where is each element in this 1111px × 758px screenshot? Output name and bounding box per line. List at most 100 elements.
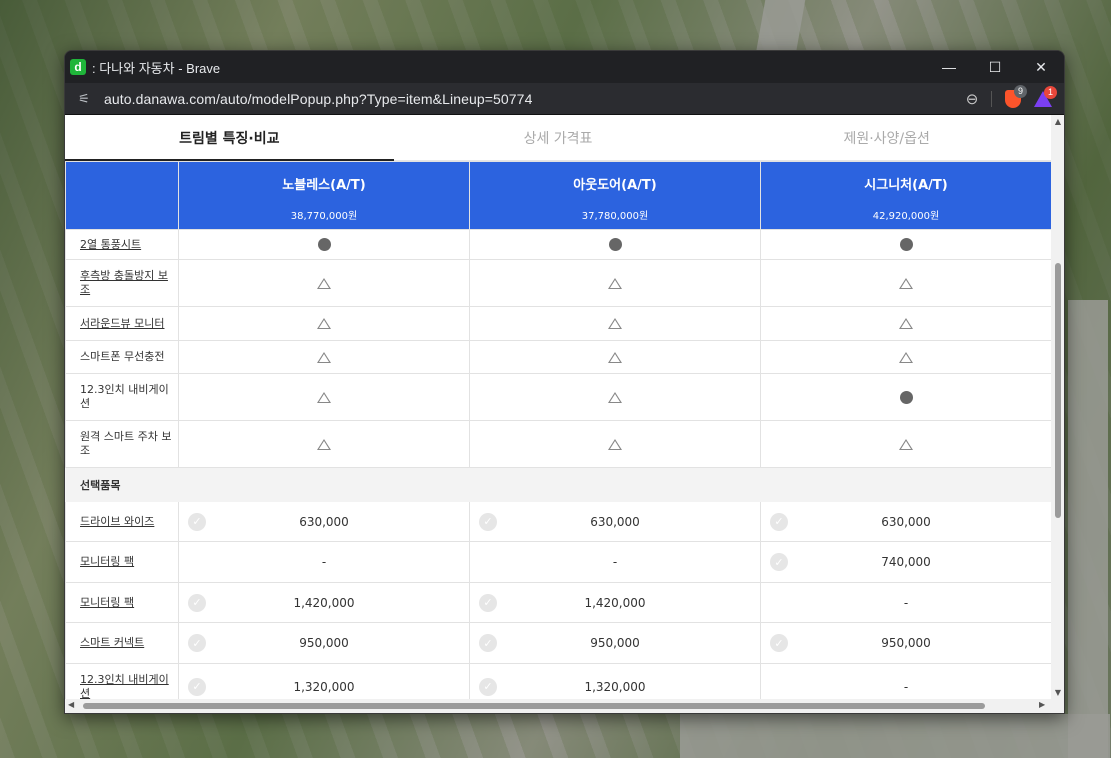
feature-row: 스마트폰 무선충전 [65,340,1051,374]
page-content: 트림별 특징·비교 상세 가격표 제원·사양/옵션 노블레스(A/T) 38,7… [65,115,1051,699]
feature-label: 12.3인치 내비게이션 [80,383,169,410]
option-label-link[interactable]: 12.3인치 내비게이션 [80,673,169,700]
option-label-cell[interactable]: 12.3인치 내비게이션 [65,663,179,700]
option-price-cell: ✓ 1,420,000 [469,582,761,623]
feature-label-cell: 12.3인치 내비게이션 [65,373,179,421]
feature-value-cell [469,373,761,421]
scroll-up-arrow-icon[interactable]: ▲ [1053,117,1063,126]
option-price: 1,320,000 [293,679,355,694]
option-check-icon[interactable]: ✓ [188,512,206,531]
title-bar: d : 다나와 자동차 - Brave — ☐ ✕ [65,51,1064,83]
option-check-icon[interactable]: ✓ [770,512,788,531]
trim-name: 노블레스(A/T) [282,178,366,193]
option-price-cell: - [469,541,761,583]
option-price-cell: ✓ 1,420,000 [178,582,470,623]
option-check-icon[interactable]: ✓ [188,677,206,696]
horizontal-scroll-thumb[interactable] [83,703,985,709]
brave-shields-button[interactable]: 9 [998,84,1028,108]
optional-triangle-icon [899,351,913,363]
optional-triangle-icon [317,351,331,363]
scroll-left-arrow-icon[interactable]: ◀ [68,700,74,709]
feature-value-cell [178,306,470,341]
minimize-button[interactable]: — [926,51,972,83]
tab-bar: 트림별 특징·비교 상세 가격표 제원·사양/옵션 [65,115,1051,161]
option-label-link[interactable]: 드라이브 와이즈 [80,515,154,528]
trim-price: 37,780,000원 [581,211,649,222]
feature-label: 스마트폰 무선충전 [80,350,165,363]
danawa-favicon-icon: d [70,59,86,75]
optional-triangle-icon [899,277,913,289]
option-label-cell[interactable]: 모니터링 팩 [65,541,179,583]
scroll-down-arrow-icon[interactable]: ▼ [1053,688,1063,697]
option-row: 드라이브 와이즈 ✓ 630,000 ✓ 630,000 ✓ 630,000 [65,501,1051,542]
feature-row: 서라운드뷰 모니터 [65,306,1051,341]
optional-triangle-icon [608,351,622,363]
option-price: 1,420,000 [584,595,646,610]
option-check-icon[interactable]: ✓ [479,593,497,612]
option-check-icon[interactable]: ✓ [479,634,497,652]
option-price: - [612,555,618,569]
feature-value-cell [178,420,470,468]
feature-label-cell: 스마트폰 무선충전 [65,340,179,374]
option-label-cell[interactable]: 드라이브 와이즈 [65,501,179,542]
trim-price: 42,920,000원 [872,211,940,222]
feature-row: 후측방 충돌방지 보조 [65,259,1051,307]
scroll-right-arrow-icon[interactable]: ▶ [1039,700,1045,709]
option-check-icon[interactable]: ✓ [770,634,788,652]
optional-triangle-icon [608,391,622,403]
option-price: - [321,555,327,569]
option-price-cell: ✓ 630,000 [469,501,761,542]
site-settings-icon[interactable]: ⚟ [69,91,99,107]
option-check-icon[interactable]: ✓ [188,593,206,612]
feature-value-cell [178,373,470,421]
feature-label[interactable]: 후측방 충돌방지 보조 [80,269,168,296]
brave-rewards-button[interactable]: 1 [1028,85,1058,107]
option-price: 630,000 [590,514,640,529]
trim-header: 아웃도어(A/T) 37,780,000원 [469,161,761,230]
horizontal-scrollbar[interactable]: ◀ ▶ [65,699,1064,713]
trim-price: 38,770,000원 [290,211,358,222]
shield-count-badge: 9 [1014,84,1027,98]
option-check-icon[interactable]: ✓ [479,677,497,696]
tab-trim-comparison[interactable]: 트림별 특징·비교 [65,115,394,161]
option-label-cell[interactable]: 스마트 커넥트 [65,622,179,664]
option-price: 630,000 [299,514,349,529]
zoom-out-icon[interactable]: ⊖ [959,90,985,108]
close-button[interactable]: ✕ [1018,51,1064,83]
feature-row: 원격 스마트 주차 보조 [65,420,1051,468]
feature-value-cell [178,229,470,260]
option-label-link[interactable]: 스마트 커넥트 [80,636,144,649]
option-price: 1,420,000 [293,595,355,610]
tab-price-table[interactable]: 상세 가격표 [394,115,723,160]
option-price: - [903,679,909,694]
feature-label-cell[interactable]: 서라운드뷰 모니터 [65,306,179,341]
option-label-link[interactable]: 모니터링 팩 [80,596,134,609]
option-check-icon[interactable]: ✓ [188,634,206,652]
feature-label[interactable]: 서라운드뷰 모니터 [80,317,164,330]
trim-header: 노블레스(A/T) 38,770,000원 [178,161,470,230]
option-price-cell: ✓ 740,000 [760,541,1051,583]
feature-label-cell[interactable]: 후측방 충돌방지 보조 [65,259,179,307]
feature-label[interactable]: 2열 통풍시트 [80,238,141,251]
option-check-icon[interactable]: ✓ [770,553,788,571]
option-price-cell: - [760,663,1051,699]
feature-row: 2열 통풍시트 [65,229,1051,260]
optional-triangle-icon [317,318,331,329]
option-label-link[interactable]: 모니터링 팩 [80,555,134,568]
feature-label-cell[interactable]: 2열 통풍시트 [65,229,179,260]
option-row: 모니터링 팩 ✓ 1,420,000 ✓ 1,420,000 - [65,582,1051,623]
trim-comparison-table: 노블레스(A/T) 38,770,000원 아웃도어(A/T) 37,780,0… [65,161,1051,699]
option-row: 스마트 커넥트 ✓ 950,000 ✓ 950,000 ✓ 950,000 [65,622,1051,664]
option-price: 950,000 [881,636,931,650]
tab-specs-options[interactable]: 제원·사양/옵션 [722,115,1051,160]
feature-value-cell [760,259,1051,307]
maximize-button[interactable]: ☐ [972,51,1018,83]
section-row: 선택품목 [65,467,1051,502]
browser-window: d : 다나와 자동차 - Brave — ☐ ✕ ⚟ auto.danawa.… [64,50,1065,714]
url-field[interactable]: auto.danawa.com/auto/modelPopup.php?Type… [99,91,959,107]
option-price-cell: ✓ 1,320,000 [178,663,470,699]
option-check-icon[interactable]: ✓ [479,512,497,531]
option-label-cell[interactable]: 모니터링 팩 [65,582,179,623]
vertical-scroll-thumb[interactable] [1055,263,1061,518]
vertical-scrollbar[interactable]: ▲ ▼ [1051,115,1064,699]
